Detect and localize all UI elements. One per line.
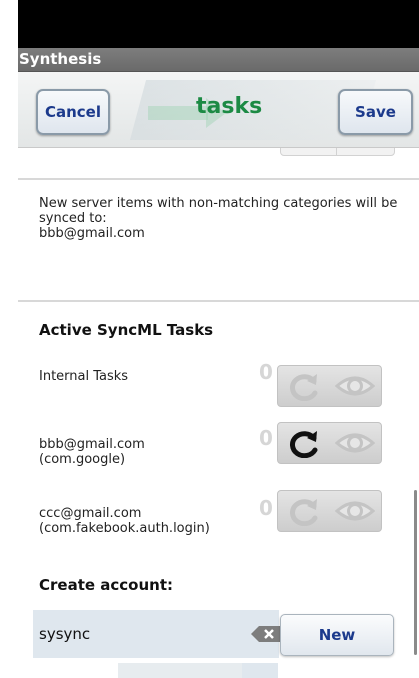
view-button[interactable] [330,366,382,406]
account-name-value: sysync [39,625,91,643]
app-title: Synthesis [19,50,102,68]
eye-icon [335,433,376,453]
new-account-button[interactable]: New [280,614,394,656]
scrollbar-thumb[interactable] [414,490,417,655]
category-sync-info-text: New server items with non-matching categ… [39,196,398,241]
save-button[interactable]: Save [338,89,413,135]
section-divider [18,300,419,302]
eye-icon [335,501,376,521]
app-frame: Synthesis Cancel tasks Save New server i… [18,0,419,678]
title-bar: Synthesis [18,48,419,72]
cancel-button[interactable]: Cancel [36,89,110,135]
sync-icon [289,499,318,526]
status-bar [18,0,419,48]
view-button[interactable] [330,491,382,531]
header-bar: Cancel tasks Save [18,72,419,148]
category-sync-info: New server items with non-matching categ… [39,196,404,241]
view-button[interactable] [330,423,382,463]
task-count: 0 [259,426,273,450]
partial-control-stub [118,663,278,678]
account-name-input[interactable]: sysync [33,610,281,658]
task-count: 0 [259,496,273,520]
section-divider [18,178,419,180]
settings-scroll-area[interactable]: New server items with non-matching categ… [18,148,419,678]
sync-button[interactable] [278,491,330,531]
sync-icon [289,431,318,458]
page-title: tasks [196,94,263,119]
clear-text-icon[interactable] [251,626,281,642]
create-account-title: Create account: [39,576,174,594]
active-tasks-title: Active SyncML Tasks [39,321,214,339]
partial-control-inner [242,663,278,678]
task-button-group [277,490,382,532]
task-count: 0 [259,360,273,384]
task-button-group [277,422,382,464]
task-label: ccc@gmail.com (com.fakebook.auth.login) [39,506,210,536]
task-label: bbb@gmail.com (com.google) [39,437,145,467]
left-gutter [0,0,18,678]
task-label: Internal Tasks [39,369,129,384]
eye-icon [335,376,376,396]
partial-button-separator [336,148,337,156]
sync-button[interactable] [278,366,330,406]
partial-button-stub [280,148,395,156]
sync-button[interactable] [278,423,330,463]
sync-icon [289,374,318,401]
create-account-row: sysync New [18,610,419,658]
task-button-group [277,365,382,407]
